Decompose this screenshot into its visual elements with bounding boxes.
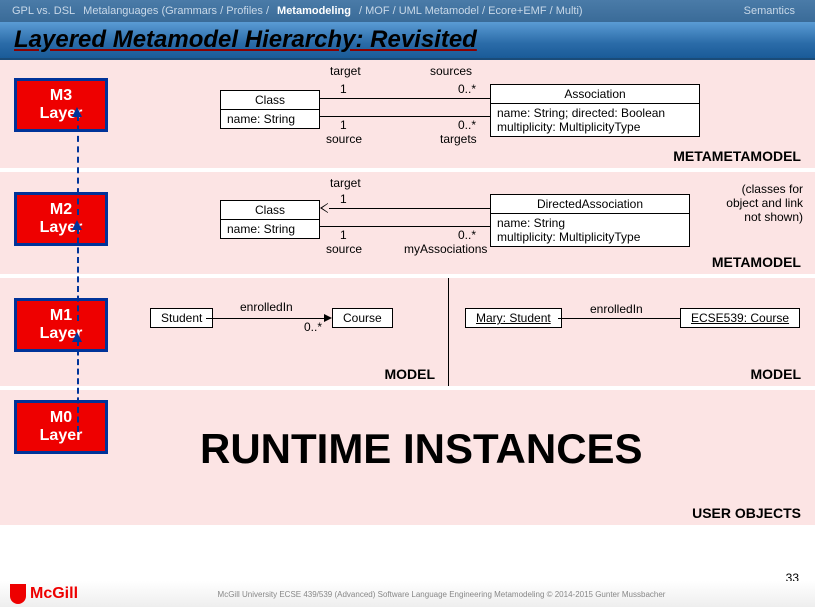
nav-item[interactable]: Metalanguages (Grammars / Profiles / xyxy=(83,5,269,17)
role-label: targets xyxy=(440,132,477,146)
mult-label: 1 xyxy=(340,82,347,96)
layer-label-m3: M3 Layer xyxy=(14,78,108,132)
layer-label-m0: M0 Layer xyxy=(14,400,108,454)
uml-class: Class name: String xyxy=(220,200,320,239)
arrow-up-icon xyxy=(72,220,82,230)
arrow-icon xyxy=(324,314,332,322)
layer-label-m1: M1 Layer xyxy=(14,298,108,352)
uml-association: Association name: String; directed: Bool… xyxy=(490,84,700,137)
assoc-line xyxy=(206,318,326,319)
class-name: Association xyxy=(491,85,699,104)
layer-type: USER OBJECTS xyxy=(692,505,801,521)
page-title: Layered Metamodel Hierarchy: Revisited xyxy=(14,26,477,54)
dashed-arrow xyxy=(77,340,79,432)
mult-label: 0..* xyxy=(458,228,476,242)
attr-line: name: String; directed: Boolean xyxy=(497,106,693,120)
mult-label: 0..* xyxy=(304,320,322,334)
layer-type: MODEL xyxy=(384,366,435,382)
dashed-arrow xyxy=(77,228,79,321)
runtime-instances-text: RUNTIME INSTANCES xyxy=(200,425,643,473)
layer-m2: M2 Layer Class name: String DirectedAsso… xyxy=(0,172,815,274)
assoc-line xyxy=(320,226,490,227)
breadcrumb-nav: GPL vs. DSL Metalanguages (Grammars / Pr… xyxy=(0,0,815,22)
class-name: Course xyxy=(333,309,392,327)
footer: McGill McGill University ECSE 439/539 (A… xyxy=(0,581,815,607)
arrow-up-icon xyxy=(72,107,82,117)
attr-line: name: String xyxy=(497,216,683,230)
layer-m1: M1 Layer Student Course enrolledIn 0..* … xyxy=(0,278,815,386)
class-attr: name: String multiplicity: MultiplicityT… xyxy=(491,214,689,246)
attr-line: multiplicity: MultiplicityType xyxy=(497,120,693,134)
uml-instance-mary: Mary: Student xyxy=(465,308,562,328)
arrow-up-icon xyxy=(72,332,82,342)
layer-label-m2: M2 Layer xyxy=(14,192,108,246)
layer-type: METAMODEL xyxy=(712,254,801,270)
mult-label: 1 xyxy=(340,192,347,206)
mcgill-logo-icon xyxy=(10,584,26,604)
class-attr: name: String xyxy=(221,110,319,128)
role-label: source xyxy=(326,132,362,146)
class-name: Class xyxy=(221,201,319,220)
role-label: sources xyxy=(430,64,472,78)
role-label: target xyxy=(330,64,361,78)
divider xyxy=(448,278,449,386)
role-label: target xyxy=(330,176,361,190)
uml-directed-assoc: DirectedAssociation name: String multipl… xyxy=(490,194,690,247)
layer-m3: M3 Layer Class name: String Association … xyxy=(0,60,815,168)
class-attr: name: String xyxy=(221,220,319,238)
role-label: myAssociations xyxy=(404,242,487,256)
title-bar: Layered Metamodel Hierarchy: Revisited xyxy=(0,22,815,60)
class-name: DirectedAssociation xyxy=(491,195,689,214)
mult-label: 0..* xyxy=(458,118,476,132)
mcgill-text: McGill xyxy=(30,585,78,603)
nav-item-active[interactable]: Metamodeling xyxy=(277,5,351,17)
uml-instance-ecse: ECSE539: Course xyxy=(680,308,800,328)
mult-label: 0..* xyxy=(458,82,476,96)
class-name: Student xyxy=(151,309,212,327)
instance-name: Mary: Student xyxy=(466,309,561,327)
mult-label: 1 xyxy=(340,228,347,242)
class-name: Class xyxy=(221,91,319,110)
nav-item[interactable]: Semantics xyxy=(744,5,795,17)
assoc-line xyxy=(320,116,490,117)
uml-course: Course xyxy=(332,308,393,328)
note-text: (classes for object and link not shown) xyxy=(726,182,803,224)
role-label: enrolledIn xyxy=(590,302,643,316)
assoc-line xyxy=(328,208,490,209)
open-arrow-fill xyxy=(322,203,329,213)
role-label: enrolledIn xyxy=(240,300,293,314)
class-attr: name: String; directed: Boolean multipli… xyxy=(491,104,699,136)
nav-item[interactable]: / MOF / UML Metamodel / Ecore+EMF / Mult… xyxy=(359,5,583,17)
layer-type: MODEL xyxy=(750,366,801,382)
link-line xyxy=(558,318,680,319)
footer-copyright: McGill University ECSE 439/539 (Advanced… xyxy=(78,590,805,599)
uml-student: Student xyxy=(150,308,213,328)
role-label: source xyxy=(326,242,362,256)
layer-m0: M0 Layer RUNTIME INSTANCES USER OBJECTS xyxy=(0,390,815,525)
attr-line: multiplicity: MultiplicityType xyxy=(497,230,683,244)
uml-class: Class name: String xyxy=(220,90,320,129)
mult-label: 1 xyxy=(340,118,347,132)
nav-item[interactable]: GPL vs. DSL xyxy=(12,5,75,17)
dashed-arrow xyxy=(77,115,79,215)
layer-type: METAMETAMODEL xyxy=(673,148,801,164)
instance-name: ECSE539: Course xyxy=(681,309,799,327)
assoc-line xyxy=(320,98,490,99)
